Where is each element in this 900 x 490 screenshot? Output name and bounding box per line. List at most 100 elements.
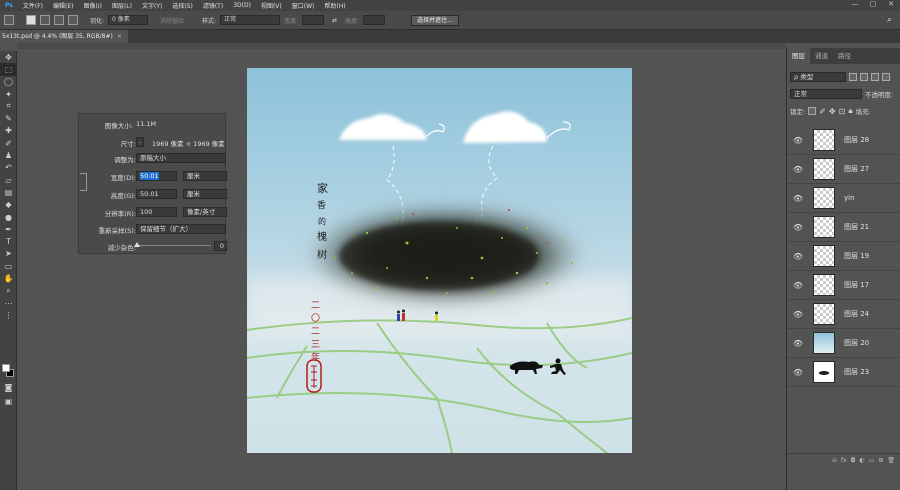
- noise-slider-handle[interactable]: [134, 242, 140, 247]
- visibility-eye-icon[interactable]: 👁︎: [787, 223, 809, 232]
- app-logo-icon[interactable]: Ps: [0, 2, 18, 9]
- filter-pixel-icon[interactable]: [849, 73, 857, 81]
- layer-row[interactable]: 👁︎ 图层 17: [787, 271, 900, 300]
- new-layer-icon[interactable]: ⊞: [878, 457, 883, 464]
- document-tab[interactable]: 5x13t.psd @ 4.4% (图层 35, RGB/8#) ×: [0, 30, 128, 43]
- height-unit-select[interactable]: 厘米: [183, 189, 227, 199]
- history-brush-icon[interactable]: ↶: [0, 162, 17, 174]
- fx-icon[interactable]: fx: [841, 457, 847, 464]
- visibility-eye-icon[interactable]: 👁︎: [787, 339, 809, 348]
- visibility-eye-icon[interactable]: 👁︎: [787, 368, 809, 377]
- menu-item-image[interactable]: 图像(I): [79, 1, 107, 10]
- eraser-icon[interactable]: ▱: [0, 174, 17, 186]
- lock-all-icon[interactable]: 🔒︎: [848, 106, 852, 116]
- resolution-unit-select[interactable]: 像素/英寸: [183, 207, 227, 217]
- fit-to-select[interactable]: 原稿大小: [136, 153, 226, 163]
- width-unit-select[interactable]: 厘米: [183, 171, 227, 181]
- link-icon[interactable]: ⊖: [832, 457, 837, 464]
- gradient-tool-icon[interactable]: ▤: [0, 186, 17, 198]
- layer-row[interactable]: 👁︎ 图层 21: [787, 213, 900, 242]
- menu-item-view[interactable]: 视图(V): [256, 1, 287, 10]
- width-input[interactable]: 50.01: [136, 171, 177, 181]
- lock-artboard-icon[interactable]: ⊡: [839, 107, 846, 116]
- move-tool-icon[interactable]: ✥: [0, 51, 17, 63]
- tab-paths[interactable]: 路径: [833, 48, 856, 64]
- healing-brush-icon[interactable]: ✚: [0, 125, 17, 137]
- swap-icon[interactable]: ⇄: [332, 17, 337, 24]
- screen-mode-icon[interactable]: ▣: [0, 395, 17, 407]
- menu-item-layer[interactable]: 图层(L): [107, 1, 137, 10]
- menu-item-select[interactable]: 选择(S): [167, 1, 198, 10]
- path-select-icon[interactable]: ➤: [0, 248, 17, 260]
- crop-tool-icon[interactable]: ⌗: [0, 100, 17, 112]
- menu-item-help[interactable]: 帮助(H): [319, 1, 350, 10]
- marquee-tool-icon[interactable]: ⬚: [0, 63, 17, 76]
- minimize-button[interactable]: —: [846, 0, 864, 8]
- document-canvas[interactable]: 家 香 的 槐 树 二 〇 二 三 年: [247, 68, 632, 453]
- resolution-input[interactable]: 100: [136, 207, 177, 217]
- menu-item-file[interactable]: 文件(F): [18, 1, 48, 10]
- menu-item-window[interactable]: 窗口(W): [287, 1, 320, 10]
- layer-row[interactable]: 👁︎ 图层 20: [787, 329, 900, 358]
- tab-channels[interactable]: 通道: [810, 48, 833, 64]
- layer-row[interactable]: 👁︎ 图层 28: [787, 126, 900, 155]
- blend-mode-select[interactable]: 正常: [790, 89, 862, 99]
- feather-input[interactable]: 0 像素: [108, 15, 149, 25]
- menu-item-filter[interactable]: 滤镜(T): [198, 1, 228, 10]
- tab-layers[interactable]: 图层: [787, 48, 810, 64]
- layer-row[interactable]: 👁︎ 图层 24: [787, 300, 900, 329]
- marquee-tool-icon[interactable]: [4, 15, 14, 25]
- subtract-selection-icon[interactable]: [54, 15, 64, 25]
- style-select[interactable]: 正常: [220, 15, 281, 25]
- pen-tool-icon[interactable]: ✒: [0, 223, 17, 235]
- close-button[interactable]: ✕: [882, 0, 900, 8]
- lock-paint-icon[interactable]: ✐: [819, 107, 826, 116]
- layer-row[interactable]: 👁︎ 图层 27: [787, 155, 900, 184]
- close-icon[interactable]: ×: [117, 33, 122, 40]
- visibility-eye-icon[interactable]: 👁︎: [787, 136, 809, 145]
- visibility-eye-icon[interactable]: 👁︎: [787, 310, 809, 319]
- menu-item-edit[interactable]: 编辑(E): [48, 1, 78, 10]
- layer-filter-select[interactable]: ρ 类型: [790, 72, 846, 82]
- visibility-eye-icon[interactable]: 👁︎: [787, 165, 809, 174]
- zoom-tool-icon[interactable]: ⌕: [0, 285, 17, 297]
- link-constrain-icon[interactable]: [80, 173, 87, 191]
- foreground-color-swatch[interactable]: [2, 364, 10, 372]
- brush-tool-icon[interactable]: ✐: [0, 137, 17, 149]
- search-icon[interactable]: ⌕: [887, 15, 892, 25]
- eyedropper-icon[interactable]: ✎: [0, 112, 17, 124]
- mask-icon[interactable]: ◘: [851, 457, 856, 464]
- lock-transparent-icon[interactable]: [808, 107, 817, 115]
- layer-row[interactable]: 👁︎ 图层 19: [787, 242, 900, 271]
- group-icon[interactable]: ▭: [869, 457, 875, 464]
- lasso-tool-icon[interactable]: ◯: [0, 76, 17, 88]
- maximize-button[interactable]: ▢: [864, 0, 882, 8]
- visibility-eye-icon[interactable]: 👁︎: [787, 194, 809, 203]
- magic-wand-icon[interactable]: ✦: [0, 88, 17, 100]
- width-input[interactable]: [302, 15, 325, 25]
- trash-icon[interactable]: 🗑︎: [887, 457, 895, 464]
- layer-row[interactable]: 👁︎ 图层 23: [787, 358, 900, 387]
- more-tools-icon[interactable]: ⋯: [0, 297, 17, 309]
- height-input[interactable]: 50.01: [136, 189, 177, 199]
- adjustment-icon[interactable]: ◐: [859, 457, 864, 464]
- resample-checkbox-label[interactable]: 重新采样(S):: [99, 225, 136, 235]
- menu-item-3d[interactable]: 3D(D): [228, 2, 256, 9]
- intersect-selection-icon[interactable]: [68, 15, 78, 25]
- type-tool-icon[interactable]: T: [0, 235, 17, 247]
- dodge-tool-icon[interactable]: ●: [0, 211, 17, 223]
- filter-adjust-icon[interactable]: [860, 73, 868, 81]
- quick-mask-icon[interactable]: ◙: [0, 381, 17, 393]
- antialias-checkbox[interactable]: 消除锯齿: [160, 16, 184, 25]
- resample-select[interactable]: 保留细节（扩大）: [136, 224, 226, 234]
- add-selection-icon[interactable]: [40, 15, 50, 25]
- noise-slider[interactable]: [135, 245, 211, 246]
- visibility-eye-icon[interactable]: 👁︎: [787, 281, 809, 290]
- shape-tool-icon[interactable]: ▭: [0, 260, 17, 272]
- new-selection-icon[interactable]: [26, 15, 36, 25]
- hand-tool-icon[interactable]: ✋: [0, 272, 17, 284]
- visibility-eye-icon[interactable]: 👁︎: [787, 252, 809, 261]
- noise-value[interactable]: 0: [214, 241, 227, 251]
- menu-item-type[interactable]: 文字(Y): [137, 1, 167, 10]
- layer-row[interactable]: 👁︎ yin: [787, 184, 900, 213]
